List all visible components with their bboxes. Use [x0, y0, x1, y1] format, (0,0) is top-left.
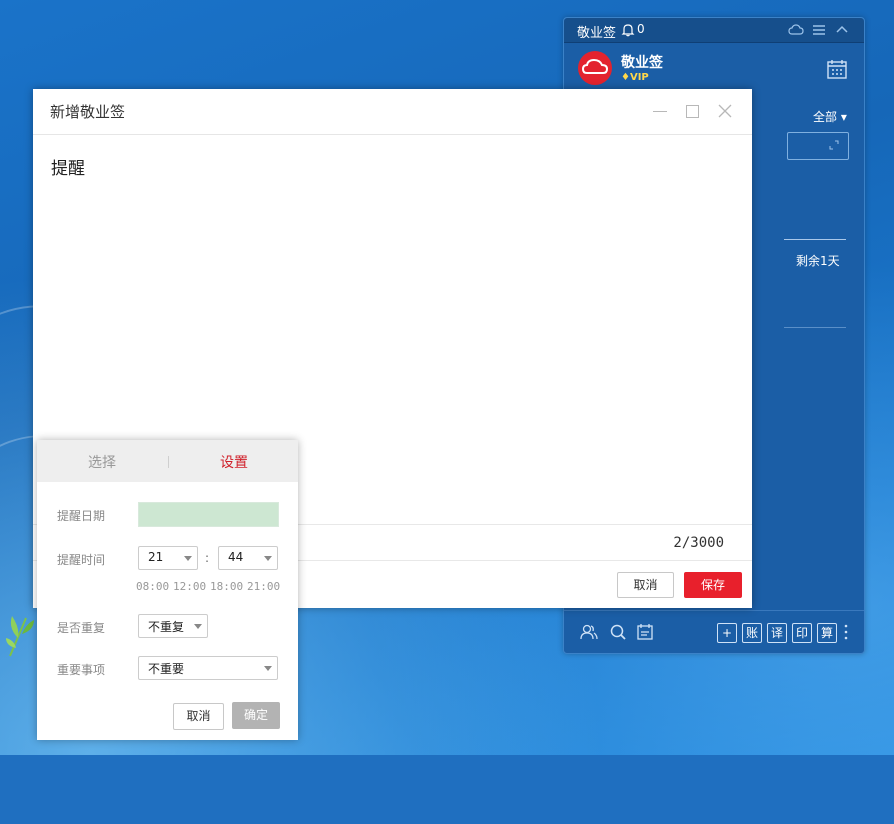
maximize-icon[interactable] [686, 105, 699, 118]
add-button[interactable]: + [717, 623, 737, 643]
divider [564, 610, 864, 611]
popup-confirm-button[interactable]: 确定 [232, 702, 280, 729]
minute-value: 44 [228, 550, 244, 564]
importance-value: 不重要 [148, 662, 185, 676]
search-icon[interactable] [609, 623, 627, 641]
filter-dropdown[interactable]: 全部 ▾ [813, 108, 847, 125]
calculator-button[interactable]: 算 [817, 623, 837, 643]
tab-select[interactable]: 选择 [88, 452, 116, 472]
repeat-label: 是否重复 [57, 621, 106, 635]
reminder-date-label: 提醒日期 [57, 509, 106, 523]
divider [33, 134, 752, 135]
user-name: 敬业签 [621, 55, 663, 71]
ledger-button[interactable]: 账 [742, 623, 762, 643]
collapse-icon[interactable] [834, 22, 850, 38]
widget-titlebar[interactable]: 敬业签 0 [564, 18, 864, 43]
vip-label: VIP [629, 72, 649, 83]
notes-icon[interactable] [636, 623, 654, 641]
cancel-button[interactable]: 取消 [617, 572, 674, 598]
reminder-settings-popup: 选择 设置 提醒日期 提醒时间 21 : 44 08:00 12:00 18:0… [37, 440, 298, 740]
time-separator: : [205, 551, 210, 565]
popup-cancel-button[interactable]: 取消 [173, 703, 224, 730]
translate-button[interactable]: 译 [767, 623, 787, 643]
minimize-icon[interactable] [653, 111, 667, 112]
expand-icon [829, 140, 839, 150]
close-icon[interactable] [718, 104, 732, 118]
popup-tabs: 选择 设置 [37, 440, 298, 482]
bamboo-leaf-decoration [6, 616, 34, 657]
importance-select[interactable]: 不重要 [138, 656, 278, 680]
divider [784, 239, 846, 240]
divider [784, 327, 846, 328]
cloud-logo-icon [581, 58, 609, 74]
reminder-time-label: 提醒时间 [57, 553, 106, 567]
remaining-days: 剩余1天 [796, 254, 840, 268]
chevron-down-icon [264, 666, 272, 671]
note-content-editor[interactable]: 提醒 [51, 154, 85, 179]
save-button[interactable]: 保存 [684, 572, 742, 598]
menu-icon[interactable] [811, 22, 827, 38]
hour-select[interactable]: 21 [138, 546, 198, 570]
chevron-down-icon [184, 556, 192, 561]
tab-divider [168, 456, 169, 468]
vip-badge: ♦VIP [621, 72, 649, 83]
tab-settings[interactable]: 设置 [220, 452, 248, 472]
quick-time-0800[interactable]: 08:00 [136, 580, 169, 593]
window-title: 新增敬业签 [50, 103, 126, 121]
widget-title: 敬业签 [577, 26, 617, 41]
quick-time-2100[interactable]: 21:00 [247, 580, 280, 593]
importance-label: 重要事项 [57, 663, 106, 677]
contacts-icon[interactable] [580, 623, 598, 641]
calendar-icon[interactable] [826, 58, 848, 80]
bell-icon[interactable] [621, 23, 635, 37]
widget-search-input[interactable] [787, 132, 849, 160]
character-counter: 2/3000 [673, 535, 724, 551]
bell-count: 0 [637, 22, 645, 36]
repeat-select[interactable]: 不重复 [138, 614, 208, 638]
more-icon[interactable] [843, 623, 849, 641]
chevron-down-icon [264, 556, 272, 561]
chevron-down-icon [194, 624, 202, 629]
avatar[interactable] [578, 51, 612, 85]
print-button[interactable]: 印 [792, 623, 812, 643]
hour-value: 21 [148, 550, 164, 564]
quick-time-1800[interactable]: 18:00 [210, 580, 243, 593]
repeat-value: 不重复 [148, 620, 185, 634]
quick-time-1200[interactable]: 12:00 [173, 580, 206, 593]
minute-select[interactable]: 44 [218, 546, 278, 570]
cloud-icon[interactable] [788, 22, 804, 38]
reminder-date-input[interactable] [138, 502, 279, 527]
